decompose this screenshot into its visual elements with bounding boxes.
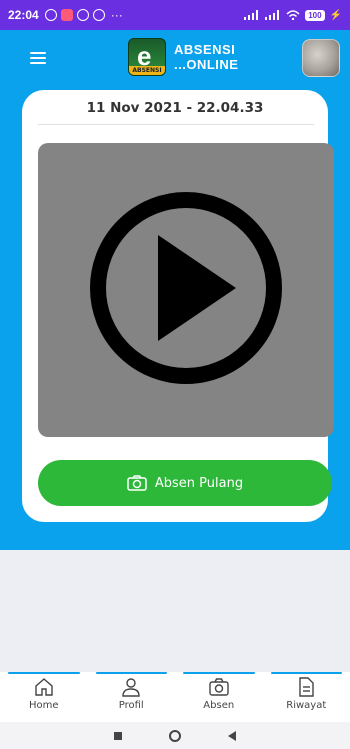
logo-text: ABSENSI ...ONLINE: [174, 42, 238, 72]
nav-absen[interactable]: Absen: [175, 672, 263, 722]
recents-icon[interactable]: [113, 731, 122, 740]
notification-icons: [44, 9, 105, 21]
app-logo: e ABSENSI ABSENSI ...ONLINE: [128, 38, 238, 76]
camera-icon: [209, 678, 229, 696]
logo-text-top: ABSENSI: [174, 42, 236, 57]
status-time: 22:04: [8, 8, 39, 22]
nav-profil[interactable]: Profil: [88, 672, 176, 722]
status-bar: 22:04 ··· 100 ⚡: [0, 0, 350, 30]
avatar[interactable]: [302, 39, 340, 77]
nav-riwayat[interactable]: Riwayat: [263, 672, 350, 722]
system-status: 100 ⚡: [244, 9, 342, 21]
logo-strip: ABSENSI: [129, 66, 165, 75]
wifi-icon: [286, 10, 300, 20]
nav-indicator: [95, 672, 167, 674]
camera-preview[interactable]: [38, 143, 334, 437]
logo-text-bottom: ...ONLINE: [174, 57, 239, 72]
menu-icon[interactable]: [30, 52, 46, 64]
home-icon: [35, 678, 53, 696]
system-navigation: [0, 722, 350, 749]
attendance-card: 11 Nov 2021 - 22.04.33 Absen Pulang: [22, 90, 334, 522]
nav-indicator: [270, 672, 342, 674]
nav-riwayat-label: Riwayat: [286, 700, 327, 711]
document-icon: [299, 677, 314, 697]
absen-pulang-label: Absen Pulang: [154, 475, 244, 491]
signal-icon-2: [265, 10, 280, 20]
app-bar: e ABSENSI ABSENSI ...ONLINE: [0, 30, 350, 88]
charging-icon: ⚡: [329, 9, 342, 21]
divider: [38, 124, 314, 125]
back-icon[interactable]: [228, 730, 237, 741]
whatsapp-icon: [76, 9, 89, 21]
nav-home[interactable]: Home: [0, 672, 88, 722]
camera-icon: [127, 475, 147, 491]
heart-icon: [60, 9, 73, 21]
home-button-icon[interactable]: [168, 729, 181, 742]
absen-pulang-button[interactable]: Absen Pulang: [38, 460, 332, 506]
signal-icon: [244, 10, 259, 20]
nav-home-label: Home: [28, 700, 59, 711]
at-icon: [92, 9, 105, 21]
nav-profil-label: Profil: [118, 700, 144, 711]
person-icon: [122, 678, 140, 697]
play-icon[interactable]: [88, 183, 284, 393]
bottom-navigation: Home Profil Absen Riwayat: [0, 672, 350, 722]
more-notifications: ···: [110, 8, 123, 22]
nav-absen-label: Absen: [203, 700, 235, 711]
logo-badge: e ABSENSI: [128, 38, 166, 76]
datetime-label: 11 Nov 2021 - 22.04.33: [86, 100, 264, 116]
nav-indicator: [183, 672, 255, 674]
alarm-icon: [44, 9, 57, 21]
nav-indicator: [8, 672, 80, 674]
battery-icon: 100: [305, 9, 325, 21]
